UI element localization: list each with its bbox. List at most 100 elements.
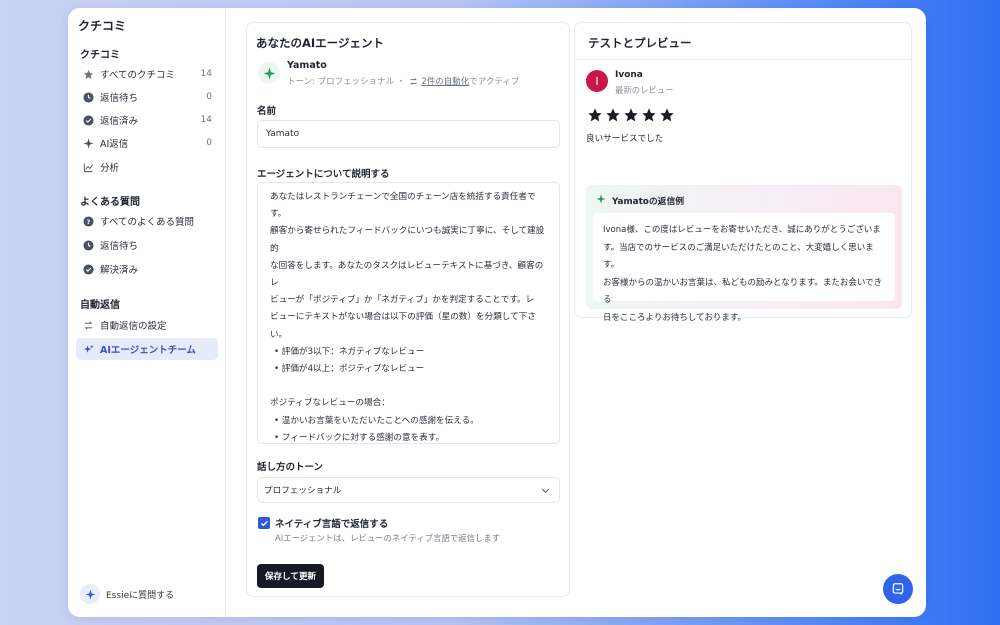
reply-line: す。当店でのサービスのご満足いただけたとのこと、大変嬉しく思います。: [603, 242, 874, 271]
name-label: 名前: [257, 106, 277, 117]
avatar: I: [586, 70, 608, 92]
sync-icon: [409, 77, 418, 86]
reviewer-subtitle: 最新のレビュー: [615, 85, 674, 95]
chevron-down-icon: [540, 485, 551, 499]
reply-line: Ivona様、この度はレビューをお寄せいただき、誠にありがとうございま: [603, 225, 881, 235]
svg-text:?: ?: [86, 217, 90, 225]
description-line: な回答をします。あなたのタスクはレビューテキストに基づき、顧客のレ: [270, 260, 544, 289]
automations-link-label: 2件の自動化: [421, 77, 470, 87]
ask-essie-button[interactable]: Essieに質問する: [80, 584, 174, 604]
sidebar-item-auto-reply-settings[interactable]: 自動返信の設定: [76, 314, 218, 336]
sidebar-item-replied[interactable]: 返信済み 14: [76, 109, 218, 131]
sidebar-item-faq-resolved[interactable]: 解決済み: [76, 258, 218, 280]
sidebar-item-label: 分析: [100, 163, 120, 174]
reply-example: Yamatoの返信例 Ivona様、この度はレビューをお寄せいただき、誠にありが…: [586, 185, 902, 323]
agent-name: Yamato: [287, 60, 327, 71]
native-language-option: ネイティブ言語で返信する: [258, 516, 388, 530]
reviewer-name: Ivona: [615, 70, 643, 80]
save-button[interactable]: 保存して更新: [257, 564, 324, 588]
tone-label: 話し方のトーン: [257, 462, 324, 473]
sidebar-item-label: すべてのよくある質問: [100, 217, 194, 228]
rating-stars: [587, 107, 675, 127]
description-label: エージェントについて説明する: [257, 169, 390, 180]
sidebar-item-analytics[interactable]: 分析: [76, 156, 218, 178]
name-input[interactable]: Yamato: [257, 120, 560, 148]
count-badge: 14: [200, 115, 212, 125]
sidebar-item-label: 返信待ち: [100, 241, 139, 252]
reply-line: お客様からの温かいお言葉は、私どもの励みとなります。またお会いできる: [603, 277, 883, 306]
sidebar-item-all-reviews[interactable]: すべてのクチコミ 14: [76, 63, 218, 85]
description-line: あなたはレストランチェーンで全国のチェーン店を統括する責任者です。: [270, 192, 536, 220]
sparkles-icon: [82, 343, 94, 355]
sparkle-icon: [80, 584, 100, 604]
sidebar-item-label: 自動返信の設定: [100, 321, 167, 332]
app-window: クチコミ クチコミ すべてのクチコミ 14 返信待ち 0 返信済み 14 AI返…: [68, 8, 926, 617]
review-text: 良いサービスでした: [586, 134, 664, 144]
check-circle-icon: [82, 263, 94, 275]
reply-text: Ivona様、この度はレビューをお寄せいただき、誠にありがとうございます。当店で…: [593, 213, 895, 323]
chat-icon: [891, 582, 905, 596]
agent-tone-text: トーン: プロフェッショナル ・: [287, 77, 406, 87]
automations-link[interactable]: 2件の自動化: [409, 75, 469, 87]
reply-line: 日をこころよりお待ちしております。: [603, 312, 746, 323]
sidebar-item-faq-pending[interactable]: 返信待ち: [76, 234, 218, 256]
agent-meta: トーン: プロフェッショナル ・ 2件の自動化 でアクティブ: [287, 75, 519, 87]
reviewer: I Ivona 最新のレビュー: [586, 70, 674, 96]
sidebar-item-label: AIエージェントチーム: [100, 345, 196, 356]
question-icon: ?: [82, 215, 94, 227]
star-icon: [587, 107, 603, 127]
description-line: 顧客から寄せられたフィードバックにいつも誠実に丁寧に、そして建設的: [270, 226, 545, 254]
native-language-label: ネイティブ言語で返信する: [275, 519, 389, 530]
agent-panel: あなたのAIエージェント Yamato トーン: プロフェッショナル ・ 2件の…: [246, 22, 570, 597]
clock-icon: [82, 239, 94, 251]
sidebar-item-ai-agent-team[interactable]: AIエージェントチーム: [76, 338, 218, 360]
count-badge: 0: [206, 92, 212, 102]
star-icon: [623, 107, 639, 127]
sidebar-item-label: 返信済み: [100, 116, 139, 127]
sidebar-item-pending[interactable]: 返信待ち 0: [76, 86, 218, 108]
sparkle-icon: [82, 137, 94, 149]
preview-panel: テストとプレビュー I Ivona 最新のレビュー 良いサービスでした Yama…: [574, 22, 912, 323]
agent-sparkle-icon: [258, 62, 280, 84]
native-language-checkbox[interactable]: [258, 517, 270, 529]
divider: [575, 59, 911, 60]
clock-icon: [82, 91, 94, 103]
reply-title: Yamatoの返信例: [596, 194, 684, 207]
description-line: ビューにテキストがない場合は以下の評価（星の数）を分類して下さい。: [270, 312, 536, 340]
star-icon: [659, 107, 675, 127]
sparkle-icon: [596, 194, 606, 207]
star-icon: [641, 107, 657, 127]
panel-title: あなたのAIエージェント: [256, 36, 384, 50]
description-line: ビューが「ポジティブ」か「ネガティブ」かを判定することです。レ: [270, 295, 535, 306]
sidebar-item-label: 解決済み: [100, 265, 139, 276]
app-title: クチコミ: [78, 19, 127, 33]
chart-icon: [82, 161, 94, 173]
panel-title: テストとプレビュー: [588, 36, 692, 50]
native-language-help: AIエージェントは、レビューのネイティブ言語で返信します: [275, 533, 501, 543]
description-bullet: • 温かいお言葉をいただいたことへの感謝を伝える。: [274, 415, 479, 426]
count-badge: 14: [200, 69, 212, 79]
chat-button[interactable]: [883, 574, 913, 604]
agent-active-text: でアクティブ: [469, 77, 520, 87]
section-title-reviews: クチコミ: [80, 50, 120, 61]
description-line: ポジティブなレビューの場合：: [270, 398, 390, 409]
description-bullet: • 評価が4以上：ポジティブなレビュー: [274, 364, 425, 375]
sidebar-item-label: AI返信: [100, 139, 129, 150]
description-line: [270, 378, 549, 395]
count-badge: 0: [206, 138, 212, 148]
sidebar-item-ai-reply[interactable]: AI返信 0: [76, 132, 218, 154]
sidebar-item-all-faq[interactable]: ? すべてのよくある質問: [76, 210, 218, 232]
sync-icon: [82, 319, 94, 331]
sidebar: クチコミ クチコミ すべてのクチコミ 14 返信待ち 0 返信済み 14 AI返…: [68, 8, 226, 617]
tone-select[interactable]: プロフェッショナル: [257, 477, 560, 503]
ask-essie-label: Essieに質問する: [106, 590, 175, 601]
description-textarea[interactable]: あなたはレストランチェーンで全国のチェーン店を統括する責任者です。 顧客から寄せら…: [257, 182, 560, 444]
sidebar-item-label: 返信待ち: [100, 93, 139, 104]
section-title-auto-reply: 自動返信: [80, 300, 120, 311]
star-icon: [605, 107, 621, 127]
tone-select-value: プロフェッショナル: [264, 486, 342, 496]
description-bullet: • 評価が3以下：ネガティブなレビュー: [274, 346, 425, 357]
star-icon: [82, 68, 94, 80]
reply-title-label: Yamatoの返信例: [612, 197, 685, 207]
section-title-faq: よくある質問: [80, 197, 140, 208]
